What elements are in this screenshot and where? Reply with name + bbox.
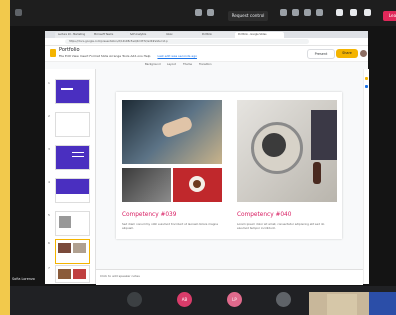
slides-logo-icon[interactable] bbox=[50, 49, 56, 57]
present-button[interactable]: Present bbox=[307, 49, 335, 59]
keep-icon[interactable] bbox=[365, 77, 368, 80]
meet-window: Request control Leave Lecture 10 - Marke… bbox=[0, 0, 396, 315]
microphone-toggle-icon[interactable] bbox=[350, 9, 357, 16]
presenter-name: Sofia Lorenzo bbox=[12, 277, 35, 281]
slide-thumbnail[interactable] bbox=[55, 79, 90, 104]
background-strip bbox=[0, 0, 10, 315]
competency-title-right: Competency #040 bbox=[237, 212, 292, 218]
fullscreen-icon[interactable] bbox=[280, 9, 287, 16]
side-panel bbox=[363, 69, 369, 284]
slide-thumbnail[interactable] bbox=[55, 265, 90, 283]
mic-icon[interactable] bbox=[195, 9, 202, 16]
self-view-camera[interactable] bbox=[309, 292, 396, 315]
thumbnail-number: 1 bbox=[48, 81, 50, 85]
settings-icon[interactable] bbox=[304, 9, 311, 16]
participant-tile[interactable] bbox=[127, 292, 142, 307]
thumbnail-number: 5 bbox=[48, 213, 50, 217]
participant-initials: LP bbox=[232, 297, 237, 302]
tasks-icon[interactable] bbox=[365, 85, 368, 88]
thumbnail-number: 7 bbox=[48, 266, 50, 270]
thumbnail-number: 4 bbox=[48, 180, 50, 184]
slide-thumbnail[interactable] bbox=[55, 112, 90, 137]
last-edit-link[interactable]: Last edit was seconds ago bbox=[157, 54, 197, 58]
slide-canvas[interactable]: Competency #039 Sed diam nonummy nibh eu… bbox=[96, 69, 363, 269]
request-control-button[interactable]: Request control bbox=[228, 11, 268, 21]
competency-desc-left: Sed diam nonummy nibh euismod tincidunt … bbox=[122, 222, 218, 230]
competency-title-left: Competency #039 bbox=[122, 212, 177, 218]
share-button[interactable]: Share bbox=[336, 49, 358, 58]
speaker-notes-placeholder: Click to add speaker notes bbox=[100, 274, 140, 278]
slide-thumbnail[interactable] bbox=[55, 145, 90, 170]
participant-tile[interactable]: LP bbox=[227, 292, 242, 307]
slide-thumbnail[interactable] bbox=[55, 211, 90, 236]
thumbnail-number: 3 bbox=[48, 147, 50, 151]
url-field[interactable]: https://docs.google.com/presentation/d/1… bbox=[65, 39, 309, 44]
camera-icon[interactable] bbox=[207, 9, 214, 16]
browser-window: Lecture 10 - Marketing Microsoft Teams S… bbox=[45, 31, 369, 285]
slides-header: Portfolio File Edit View Insert Format S… bbox=[45, 46, 368, 60]
participant-initials: AB bbox=[181, 297, 188, 302]
thumbnail-number: 6 bbox=[48, 241, 50, 245]
competency-desc-right: Lorem ipsum dolor sit amet, consectetur … bbox=[237, 222, 325, 230]
thumbnail-number: 2 bbox=[48, 114, 50, 118]
slide-thumbnail-selected[interactable] bbox=[55, 239, 90, 264]
photo-cameras bbox=[122, 168, 171, 202]
current-slide[interactable]: Competency #039 Sed diam nonummy nibh eu… bbox=[116, 92, 342, 239]
address-bar: https://docs.google.com/presentation/d/1… bbox=[45, 38, 368, 46]
meet-top-bar: Request control Leave bbox=[10, 0, 396, 26]
speaker-notes[interactable]: Click to add speaker notes bbox=[96, 269, 363, 285]
photo-speaker bbox=[237, 100, 337, 202]
tab-strip: Lecture 10 - Marketing Microsoft Teams S… bbox=[45, 31, 368, 38]
menu-icon[interactable] bbox=[15, 9, 22, 16]
emoji-icon[interactable] bbox=[292, 9, 299, 16]
participant-tile[interactable] bbox=[276, 292, 291, 307]
toolbar-background[interactable]: Background bbox=[145, 63, 160, 66]
more-icon[interactable] bbox=[316, 9, 323, 16]
photo-coffee bbox=[173, 168, 222, 202]
toolbar-transition[interactable]: Transition bbox=[199, 63, 212, 66]
document-title[interactable]: Portfolio bbox=[59, 47, 80, 53]
photo-mixing-desk bbox=[122, 100, 222, 164]
present-screen-icon[interactable] bbox=[364, 9, 371, 16]
video-icon[interactable] bbox=[336, 9, 343, 16]
menu-bar[interactable]: File Edit View Insert Format Slide Arran… bbox=[59, 54, 197, 58]
leave-button[interactable]: Leave bbox=[383, 11, 396, 21]
slide-filmstrip: 1 2 3 4 5 6 7 bbox=[45, 69, 96, 284]
menu-items[interactable]: File Edit View Insert Format Slide Arran… bbox=[59, 54, 150, 58]
slide-thumbnail[interactable] bbox=[55, 178, 90, 203]
toolbar-layout[interactable]: Layout bbox=[167, 63, 176, 66]
toolbar-theme[interactable]: Theme bbox=[183, 63, 192, 66]
avatar[interactable] bbox=[360, 50, 367, 57]
participant-tile[interactable]: AB bbox=[177, 292, 192, 307]
